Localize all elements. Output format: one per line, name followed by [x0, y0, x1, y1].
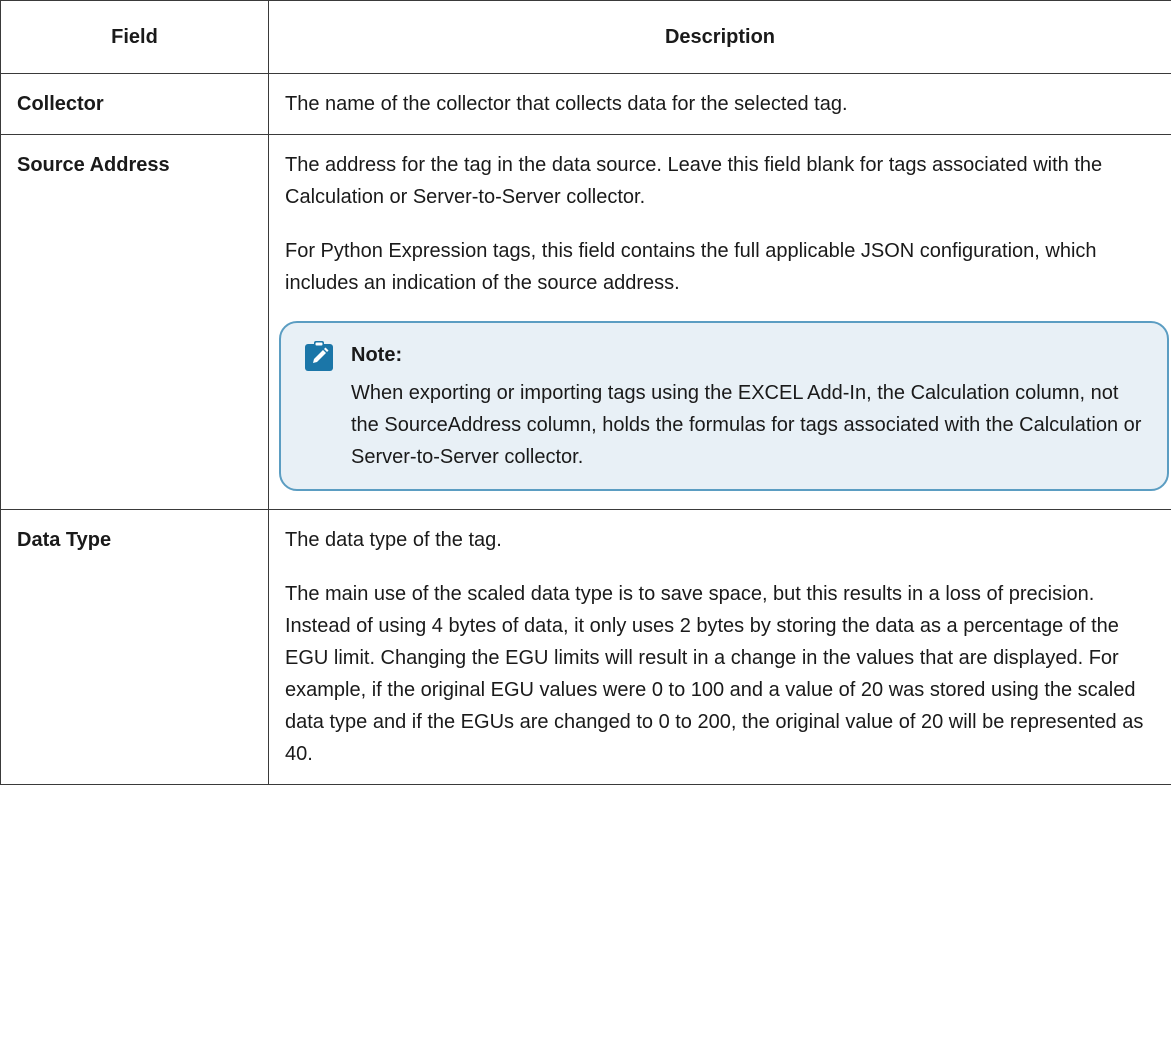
description-cell: The name of the collector that collects …: [268, 73, 1171, 135]
field-name-data-type: Data Type: [0, 509, 269, 785]
note-title: Note:: [351, 344, 403, 366]
table-row: Data Type The data type of the tag. The …: [0, 509, 1171, 785]
description-paragraph: For Python Expression tags, this field c…: [285, 240, 1097, 294]
description-paragraph: The name of the collector that collects …: [285, 93, 848, 115]
description-cell: The address for the tag in the data sour…: [268, 134, 1171, 510]
description-paragraph: The data type of the tag.: [285, 529, 502, 551]
table-row: Source Address The address for the tag i…: [0, 134, 1171, 510]
description-paragraph: The main use of the scaled data type is …: [285, 583, 1144, 765]
description-paragraph: The address for the tag in the data sour…: [285, 154, 1103, 208]
fields-table: Field Description Collector The name of …: [0, 0, 1171, 785]
field-name-source-address: Source Address: [0, 134, 269, 510]
note-text: When exporting or importing tags using t…: [351, 382, 1142, 468]
note-callout: Note: When exporting or importing tags u…: [279, 321, 1169, 491]
pencil-note-icon: [305, 341, 335, 371]
description-cell: The data type of the tag. The main use o…: [268, 509, 1171, 785]
note-body: Note: When exporting or importing tags u…: [351, 339, 1147, 473]
table-row: Collector The name of the collector that…: [0, 73, 1171, 135]
field-name-collector: Collector: [0, 73, 269, 135]
description-column-header: Description: [268, 0, 1171, 74]
field-column-header: Field: [0, 0, 269, 74]
table-header-row: Field Description: [0, 0, 1171, 74]
